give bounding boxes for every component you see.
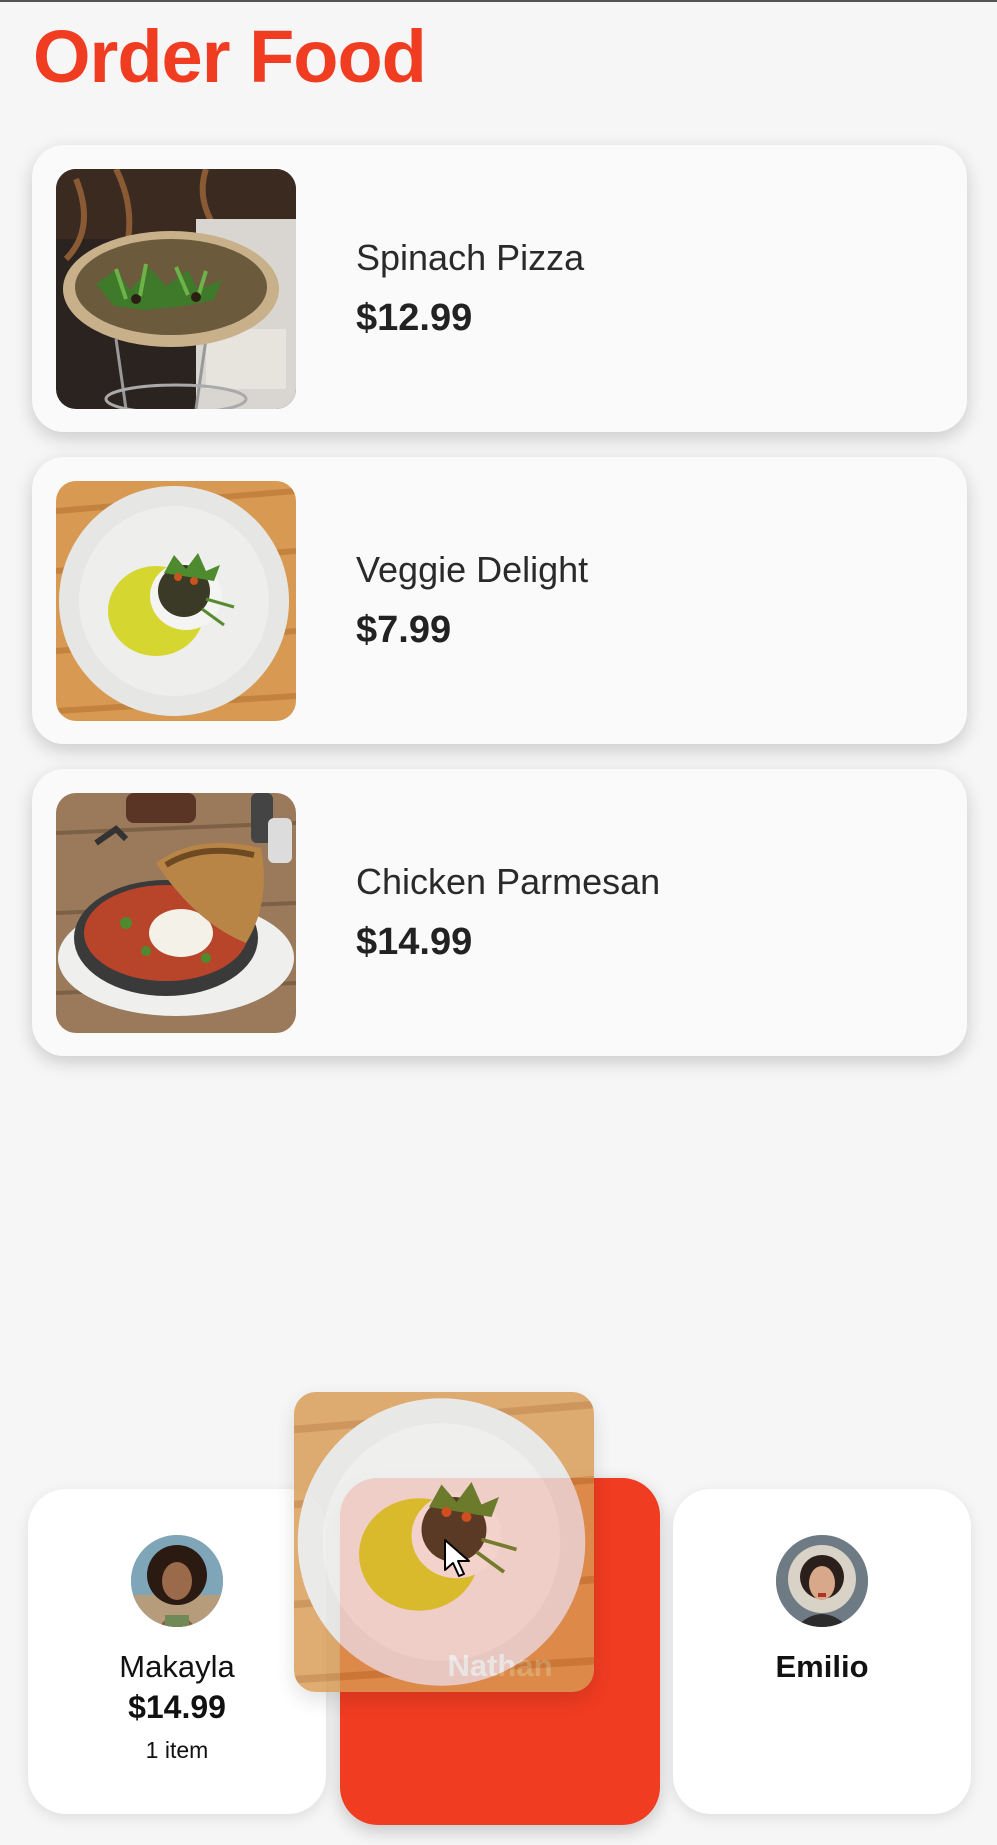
status-divider <box>0 0 997 2</box>
page-title: Order Food <box>33 15 427 98</box>
menu-item-price: $14.99 <box>356 921 473 963</box>
menu-item-price: $7.99 <box>356 609 452 651</box>
customer-card-makayla[interactable]: Makayla $14.99 1 item <box>28 1489 326 1814</box>
customer-name: Makayla <box>119 1649 235 1684</box>
spinach-pizza-photo <box>56 169 296 409</box>
customer-item-count: 1 item <box>145 1737 209 1763</box>
customer-card-emilio[interactable]: Emilio <box>673 1489 971 1814</box>
menu-item-name: Spinach Pizza <box>356 237 585 278</box>
customer-name: Emilio <box>775 1649 869 1684</box>
avatar <box>131 1535 223 1627</box>
menu-item-name: Chicken Parmesan <box>356 861 661 902</box>
veggie-delight-photo <box>56 481 296 721</box>
arrow-cursor-icon <box>444 1539 470 1577</box>
menu-item-name: Veggie Delight <box>356 549 589 590</box>
customer-total: $14.99 <box>128 1689 226 1725</box>
menu-item-price: $12.99 <box>356 297 473 339</box>
avatar <box>776 1535 868 1627</box>
menu-item-chicken-parmesan[interactable]: Chicken Parmesan $14.99 <box>32 769 967 1056</box>
menu-item-veggie-delight[interactable]: Veggie Delight $7.99 <box>32 457 967 744</box>
chicken-parmesan-photo <box>56 793 296 1033</box>
menu-item-spinach-pizza[interactable]: Spinach Pizza $12.99 <box>32 145 967 432</box>
